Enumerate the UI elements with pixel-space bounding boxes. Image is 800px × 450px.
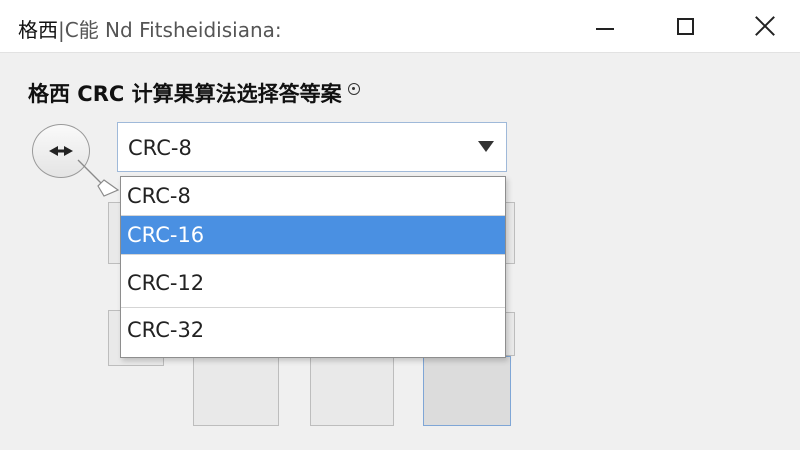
dropdown-arrow-icon[interactable] <box>478 141 494 152</box>
option-crc-32[interactable]: CRC-32 <box>121 311 505 349</box>
combo-selected-value: CRC-8 <box>128 136 192 160</box>
crc-algorithm-combobox[interactable]: CRC-8 <box>117 122 507 172</box>
option-crc-8[interactable]: CRC-8 <box>121 177 505 215</box>
crc-options-list: CRC-8 CRC-16 CRC-12 CRC-32 <box>120 176 506 358</box>
option-crc-12[interactable]: CRC-12 <box>121 264 505 302</box>
option-separator <box>121 254 505 255</box>
option-separator <box>121 307 505 308</box>
grid-cell-2[interactable] <box>310 356 394 426</box>
grid-cell-3[interactable] <box>423 356 511 426</box>
option-crc-16[interactable]: CRC-16 <box>121 216 505 254</box>
grid-cell-1[interactable] <box>193 356 279 426</box>
bg-panel-right-top <box>505 202 515 264</box>
bg-panel-right-mid <box>505 312 515 356</box>
